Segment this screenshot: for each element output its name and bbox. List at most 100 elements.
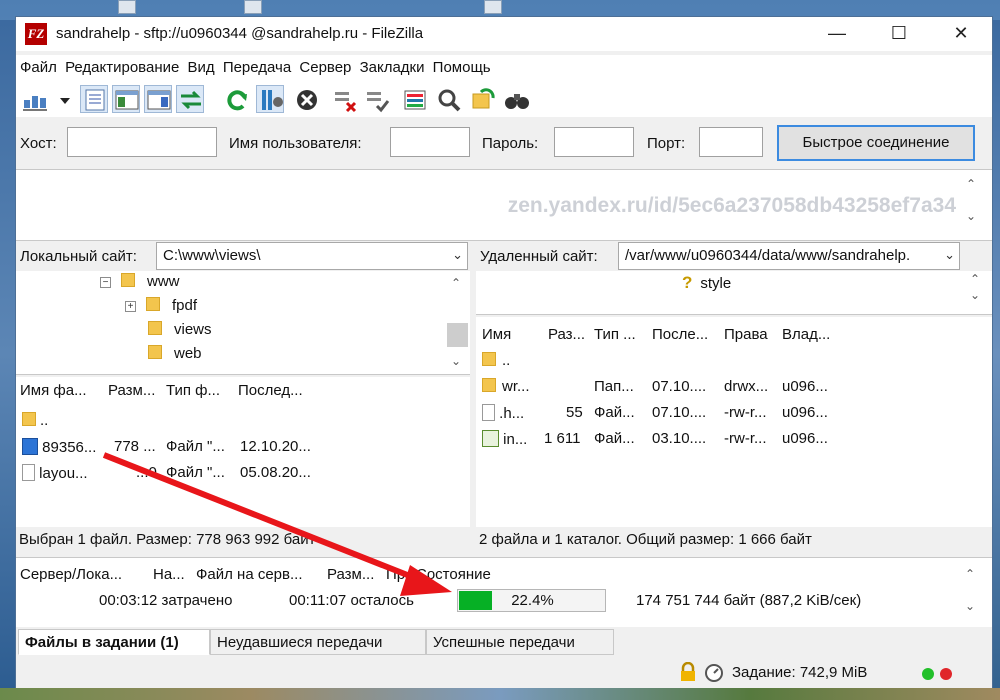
tab-successful-transfers[interactable]: Успешные передачи: [426, 629, 614, 655]
file-date: 07.10....: [652, 378, 707, 395]
list-item[interactable]: ..: [16, 407, 470, 433]
column-type[interactable]: Тип ф...: [166, 382, 232, 399]
tree-item-label: www: [147, 273, 180, 290]
username-label: Имя пользователя:: [229, 135, 362, 152]
parent-folder-name: ..: [502, 352, 511, 369]
toggle-log-icon[interactable]: [80, 85, 108, 113]
site-manager-icon[interactable]: [20, 85, 48, 113]
tree-item-www[interactable]: − www: [100, 273, 180, 297]
column-name[interactable]: Имя фа...: [20, 382, 100, 399]
file-date: 07.10....: [652, 404, 707, 421]
reconnect-icon[interactable]: [362, 85, 390, 113]
list-item[interactable]: .h... 55 Фай... 07.10.... -rw-r... u096.…: [476, 399, 992, 425]
column-type[interactable]: Тип ...: [594, 326, 644, 343]
toolbar: [16, 81, 992, 117]
column-size[interactable]: Раз...: [548, 326, 588, 343]
column-owner[interactable]: Влад...: [782, 326, 838, 343]
column-modified[interactable]: Послед...: [238, 382, 318, 399]
transfer-queue[interactable]: Сервер/Лока... На... Файл на серв... Раз…: [16, 557, 992, 627]
menu-transfer[interactable]: Передача: [223, 55, 291, 76]
menu-view[interactable]: Вид: [188, 55, 215, 76]
compare-icon[interactable]: [434, 85, 462, 113]
column-size[interactable]: Разм...: [327, 566, 383, 583]
list-item[interactable]: 89356... 778 ... Файл "... 12.10.20...: [16, 433, 470, 459]
dropdown-icon[interactable]: [50, 85, 70, 113]
tree-item-views[interactable]: views: [148, 321, 212, 345]
column-server-local[interactable]: Сервер/Лока...: [20, 566, 140, 583]
list-item[interactable]: layou... ...0 Файл "... 05.08.20...: [16, 459, 470, 485]
menu-help[interactable]: Помощь: [433, 55, 491, 76]
file-type: Файл "...: [166, 464, 225, 481]
desktop-icon[interactable]: [244, 0, 262, 14]
parent-folder-name: ..: [40, 412, 49, 429]
refresh-icon[interactable]: [222, 85, 250, 113]
chevron-down-icon[interactable]: ⌄: [944, 247, 955, 263]
desktop-icon[interactable]: [118, 0, 136, 14]
remote-tree-scroll-arrows[interactable]: ⌃ ⌄: [966, 271, 984, 303]
sync-browse-icon[interactable]: [468, 85, 496, 113]
password-input[interactable]: [554, 127, 634, 157]
directory-listing-filters-icon[interactable]: [400, 85, 428, 113]
remote-file-list[interactable]: Имя Раз... Тип ... После... Права Влад..…: [476, 317, 992, 527]
menu-edit[interactable]: Редактирование: [65, 55, 179, 76]
local-path-combo[interactable]: C:\www\views\ ⌄: [156, 242, 468, 270]
remote-tree[interactable]: ? style ⌃ ⌄: [476, 271, 992, 315]
column-name[interactable]: Имя: [482, 326, 532, 343]
column-status[interactable]: Состояние: [416, 566, 516, 583]
maximize-button[interactable]: ☐: [868, 17, 930, 51]
list-item[interactable]: in... 1 611 Фай... 03.10.... -rw-r... u0…: [476, 425, 992, 451]
menu-file[interactable]: Файл: [20, 55, 57, 76]
column-modified[interactable]: После...: [652, 326, 716, 343]
message-log[interactable]: zen.yandex.ru/id/5ec6a237058db43258ef7a3…: [16, 169, 992, 241]
host-label: Хост:: [20, 135, 57, 152]
expand-icon[interactable]: +: [125, 301, 136, 312]
tab-queued-files[interactable]: Файлы в задании (1): [18, 629, 210, 655]
close-button[interactable]: ✕: [930, 17, 992, 51]
image-file-icon: [482, 430, 499, 447]
local-tree[interactable]: − www + fpdf views web ⌃ ⌄: [16, 271, 470, 375]
menu-bookmarks[interactable]: Закладки: [360, 55, 425, 76]
local-tree-scrollbar[interactable]: ⌃: [447, 275, 465, 291]
filezilla-window: FZ sandrahelp - sftp://u0960344 @sandrah…: [15, 16, 993, 688]
remote-path-combo[interactable]: /var/www/u0960344/data/www/sandrahelp. ⌄: [618, 242, 960, 270]
port-input[interactable]: [699, 127, 763, 157]
tree-item-fpdf[interactable]: + fpdf: [125, 297, 197, 321]
remote-path-value: /var/www/u0960344/data/www/sandrahelp.: [625, 247, 911, 264]
menu-server[interactable]: Сервер: [299, 55, 351, 76]
pane-splitter[interactable]: [470, 242, 476, 552]
collapse-icon[interactable]: −: [100, 277, 111, 288]
remote-list-header: Имя Раз... Тип ... После... Права Влад..…: [476, 321, 992, 347]
quickconnect-button[interactable]: Быстрое соединение: [777, 125, 975, 161]
tree-item-style[interactable]: ? style: [682, 273, 731, 297]
cancel-icon[interactable]: [292, 85, 320, 113]
chevron-down-icon[interactable]: ⌄: [452, 247, 463, 263]
toggle-local-tree-icon[interactable]: [112, 85, 140, 113]
process-queue-icon[interactable]: [256, 85, 284, 113]
queue-scroll-arrows[interactable]: ⌃ ⌄: [961, 566, 979, 614]
column-priority[interactable]: Пр...: [386, 566, 414, 583]
host-input[interactable]: [67, 127, 217, 157]
column-size[interactable]: Разм...: [108, 382, 162, 399]
speed-limit-icon[interactable]: [704, 663, 724, 683]
local-tree-scroll-down[interactable]: ⌄: [447, 353, 465, 369]
local-tree-scroll-thumb[interactable]: [447, 323, 468, 347]
folder-icon: [148, 321, 162, 335]
toggle-queue-icon[interactable]: [176, 85, 204, 113]
tab-failed-transfers[interactable]: Неудавшиеся передачи: [210, 629, 426, 655]
local-file-list[interactable]: Имя фа... Разм... Тип ф... Послед... .. …: [16, 377, 470, 527]
column-permissions[interactable]: Права: [724, 326, 774, 343]
minimize-button[interactable]: —: [806, 17, 868, 51]
column-direction[interactable]: На...: [153, 566, 189, 583]
search-icon[interactable]: [502, 85, 530, 113]
desktop-icon[interactable]: [484, 0, 502, 14]
log-scroll-arrows[interactable]: ⌃ ⌄: [962, 176, 980, 224]
username-input[interactable]: [390, 127, 470, 157]
toggle-remote-tree-icon[interactable]: [144, 85, 172, 113]
tree-item-web[interactable]: web: [148, 345, 202, 369]
list-item[interactable]: wr... Пап... 07.10.... drwx... u096...: [476, 373, 992, 399]
list-item[interactable]: ..: [476, 347, 992, 373]
disconnect-icon[interactable]: [330, 85, 358, 113]
column-remote-file[interactable]: Файл на серв...: [196, 566, 320, 583]
led-red-icon: [940, 668, 952, 680]
title-bar[interactable]: FZ sandrahelp - sftp://u0960344 @sandrah…: [16, 17, 992, 51]
